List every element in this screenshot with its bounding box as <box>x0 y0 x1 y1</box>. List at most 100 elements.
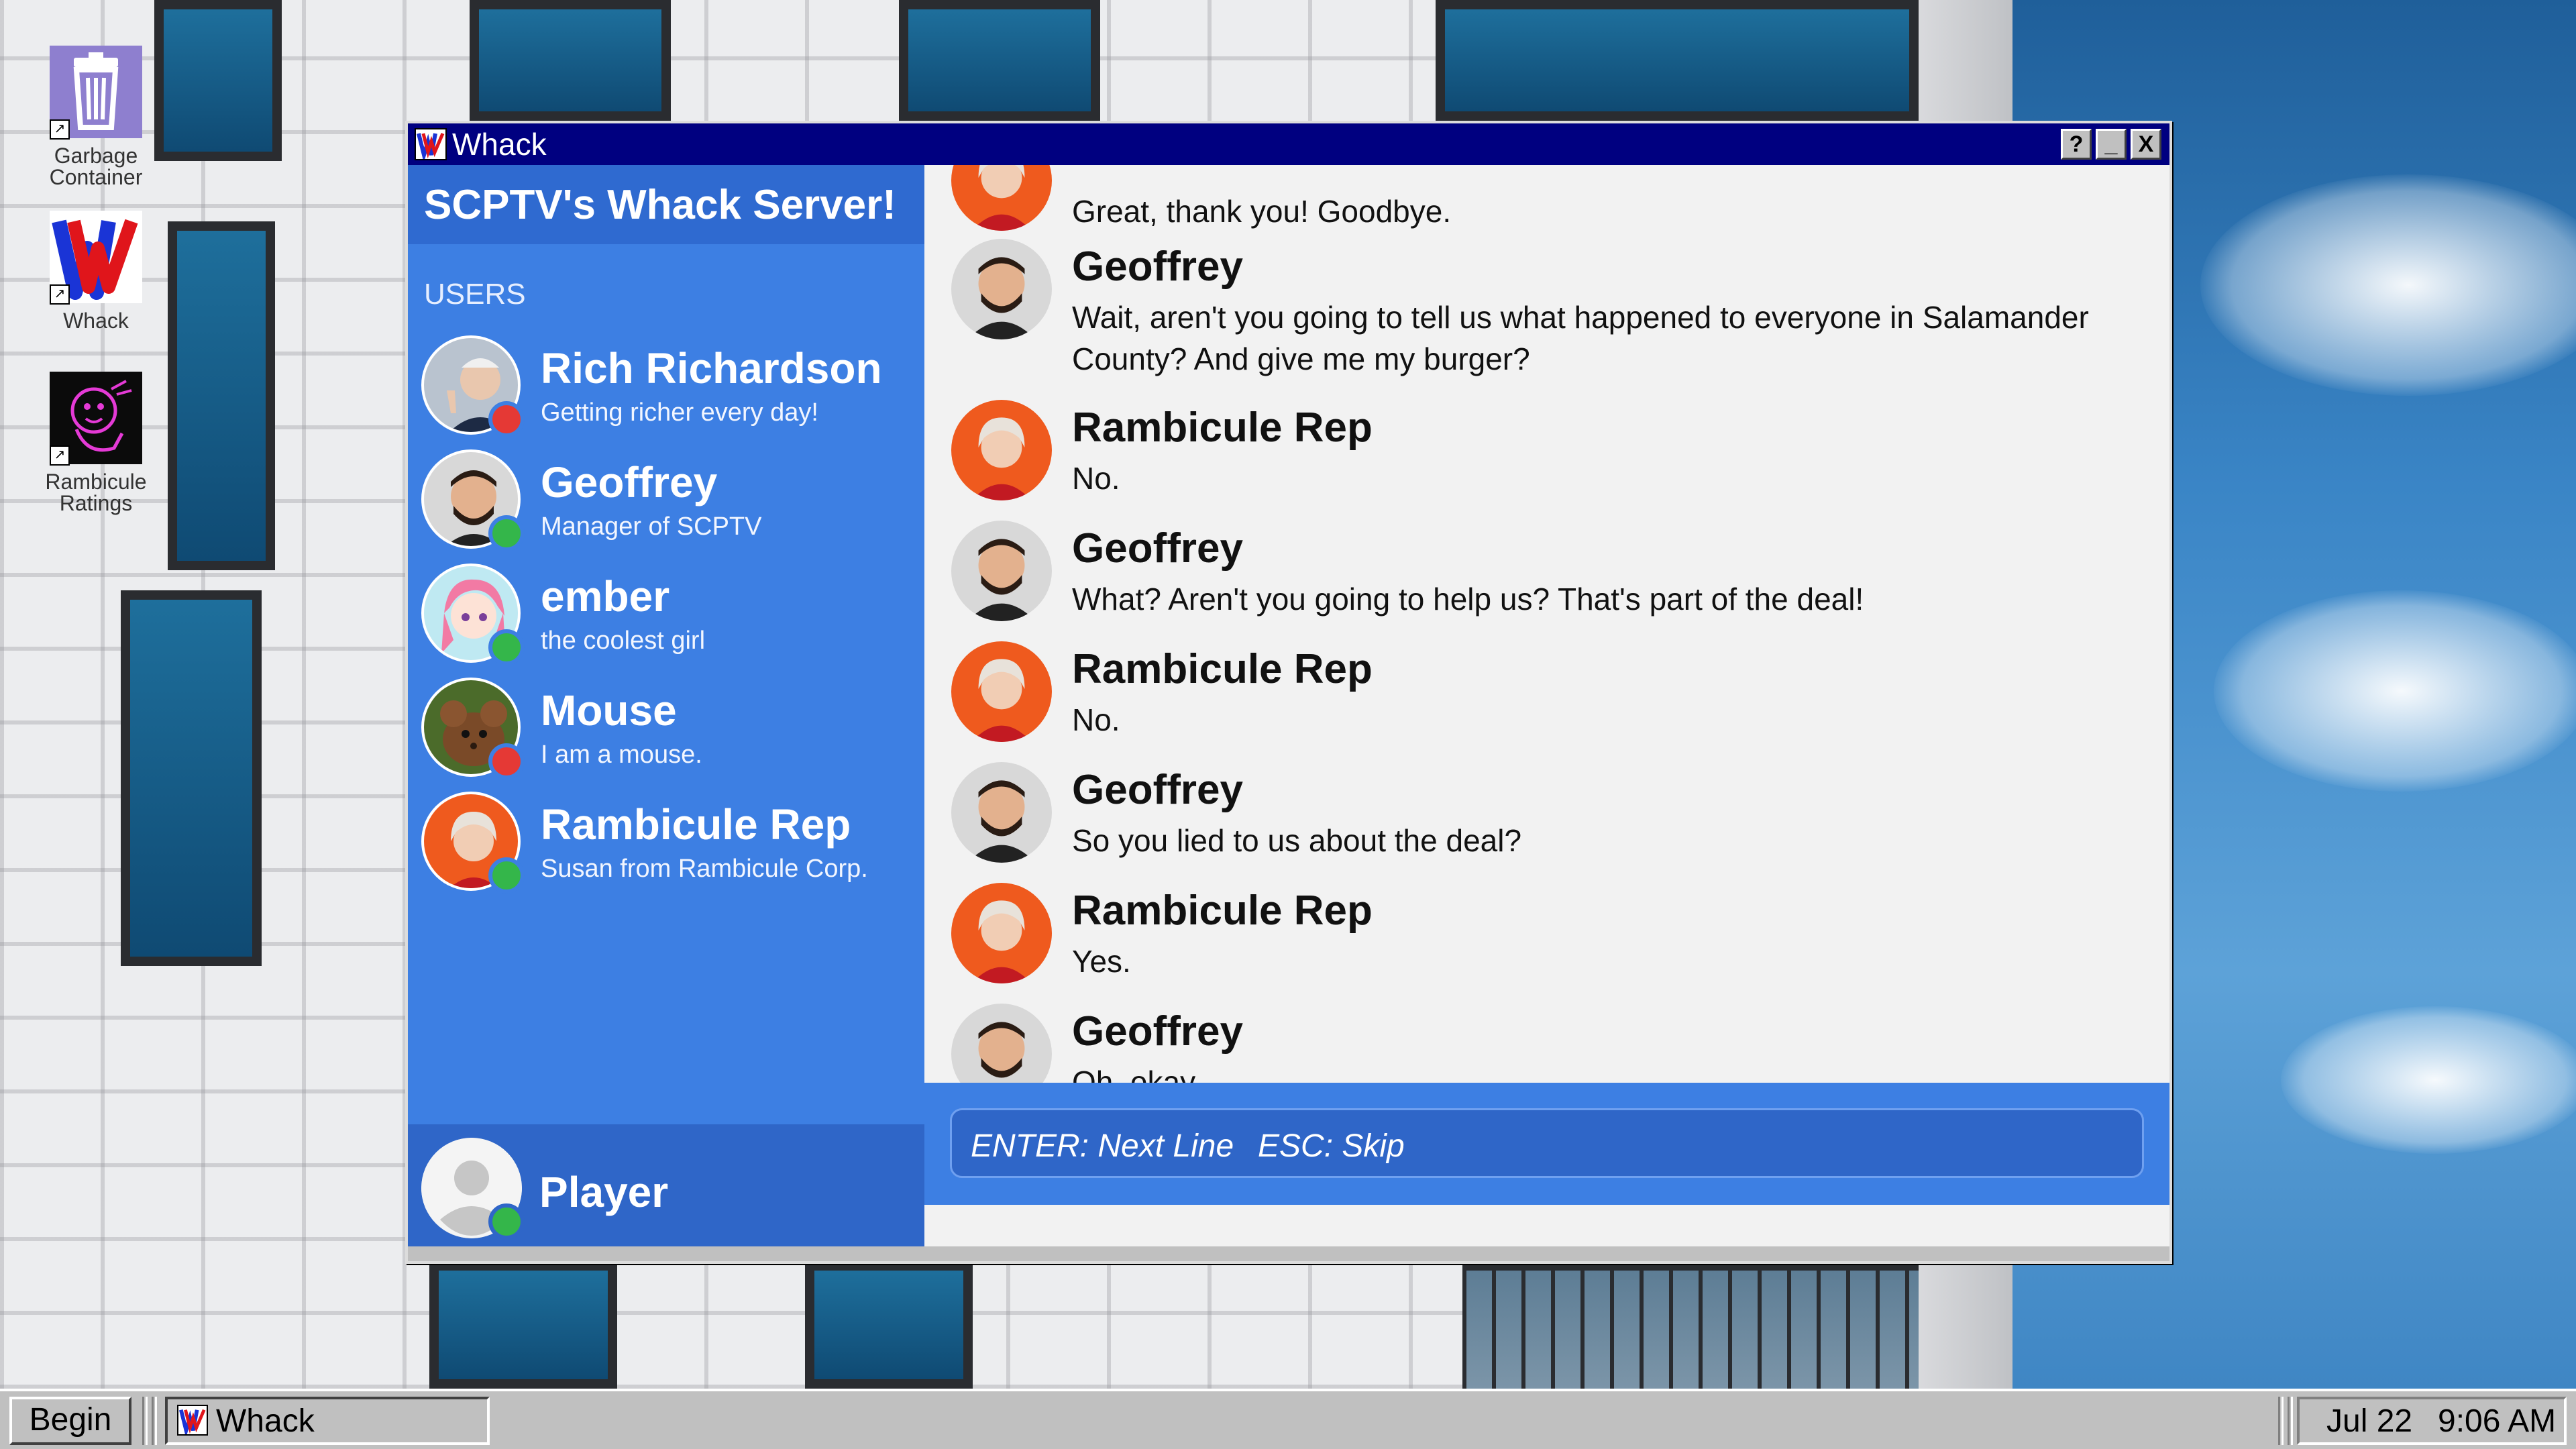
user-item-ember[interactable]: ember the coolest girl <box>421 564 918 671</box>
user-item-rambicule-rep[interactable]: Rambicule Rep Susan from Rambicule Corp. <box>421 792 918 899</box>
status-offline-indicator <box>488 743 525 780</box>
message-author: Geoffrey <box>1072 244 1243 290</box>
building-window <box>470 0 671 121</box>
chat-message: Geoffrey What? Aren't you going to help … <box>951 521 2152 635</box>
chat-message: Rambicule Rep No. <box>951 400 2152 514</box>
message-text: What? Aren't you going to help us? That'… <box>1072 582 1864 616</box>
building-window <box>805 1261 973 1389</box>
title-bar[interactable]: Whack ? _ X <box>408 123 2169 165</box>
author-avatar <box>951 883 1052 983</box>
building-window <box>154 0 282 161</box>
message-text: No. <box>1072 702 1120 737</box>
status-online-indicator <box>488 857 525 894</box>
clock-time: 9:06 AM <box>2438 1403 2557 1439</box>
whack-logo-icon: ↗ <box>47 208 145 306</box>
status-online-indicator <box>488 629 525 665</box>
desktop-icon-label: Garbage Container <box>49 144 143 189</box>
desktop-icon-label: Rambicule Ratings <box>45 470 147 515</box>
minimize-button[interactable]: _ <box>2096 129 2127 160</box>
author-avatar <box>951 521 1052 621</box>
chat-message: Rambicule Rep Yes. <box>951 883 2152 997</box>
status-online-indicator <box>488 515 525 551</box>
chat-message: Geoffrey Wait, aren't you going to tell … <box>951 239 2152 393</box>
begin-button[interactable]: Begin <box>9 1397 131 1445</box>
chat-message: Great, thank you! Goodbye. <box>951 165 2152 231</box>
taskbar-item-whack[interactable]: Whack <box>165 1397 490 1445</box>
user-name: ember <box>541 572 670 621</box>
rambicule-ratings-icon: ↗ <box>47 369 145 467</box>
balcony <box>1462 1261 1972 1389</box>
player-panel: Player <box>408 1124 924 1246</box>
message-author: Geoffrey <box>1072 1008 1243 1055</box>
shortcut-arrow-icon: ↗ <box>50 284 70 305</box>
user-status-text: Susan from Rambicule Corp. <box>541 855 868 883</box>
chat-message: Geoffrey So you lied to us about the dea… <box>951 762 2152 876</box>
user-status-text: the coolest girl <box>541 627 706 655</box>
user-item-geoffrey[interactable]: Geoffrey Manager of SCPTV <box>421 449 918 557</box>
users-section-label: USERS <box>424 278 526 311</box>
close-button[interactable]: X <box>2131 129 2161 160</box>
enter-hint: ENTER: Next Line <box>971 1128 1234 1164</box>
taskbar-separator <box>2278 1397 2284 1445</box>
message-author: Rambicule Rep <box>1072 405 1373 451</box>
esc-hint: ESC: Skip <box>1258 1128 1405 1164</box>
user-name: Rambicule Rep <box>541 800 851 849</box>
trash-can-icon: ↗ <box>47 43 145 141</box>
dialogue-input-box[interactable]: ENTER: Next Line ESC: Skip <box>950 1108 2144 1178</box>
whack-logo-icon <box>415 128 447 163</box>
desktop-icon-whack[interactable]: ↗ Whack <box>39 208 153 331</box>
building-window <box>429 1261 617 1389</box>
shortcut-arrow-icon: ↗ <box>50 119 70 140</box>
author-avatar <box>951 239 1052 339</box>
status-online-indicator <box>488 1203 525 1240</box>
desktop-icon-rambicule-ratings[interactable]: ↗ Rambicule Ratings <box>39 369 153 514</box>
author-avatar <box>951 762 1052 863</box>
desktop-icon-label: Whack <box>63 309 129 333</box>
user-status-text: I am a mouse. <box>541 741 702 769</box>
message-text: Wait, aren't you going to tell us what h… <box>1072 300 2089 376</box>
message-text: Yes. <box>1072 944 1131 979</box>
message-author: Rambicule Rep <box>1072 888 1373 934</box>
server-title: SCPTV's Whack Server! <box>424 182 896 228</box>
whack-window[interactable]: Whack ? _ X SCPTV's Whack Server! USERS … <box>405 121 2172 1264</box>
taskbar-item-label: Whack <box>216 1403 315 1439</box>
user-item-mouse[interactable]: Mouse I am a mouse. <box>421 678 918 785</box>
building-window <box>899 0 1100 121</box>
user-status-text: Manager of SCPTV <box>541 513 762 541</box>
taskbar-separator <box>152 1397 157 1445</box>
user-status-text: Getting richer every day! <box>541 398 818 427</box>
author-avatar <box>951 400 1052 500</box>
chat-message: Rambicule Rep No. <box>951 641 2152 755</box>
user-name: Rich Richardson <box>541 344 882 392</box>
system-clock[interactable]: Jul 22 9:06 AM <box>2297 1397 2567 1445</box>
server-header: SCPTV's Whack Server! <box>408 165 924 244</box>
taskbar: Begin Whack Jul 22 9:06 AM <box>0 1389 2576 1449</box>
building-window <box>121 590 262 966</box>
help-button[interactable]: ? <box>2061 129 2092 160</box>
author-avatar <box>951 165 1052 231</box>
message-text: Great, thank you! Goodbye. <box>1072 194 1452 229</box>
user-name: Geoffrey <box>541 458 718 506</box>
message-author: Geoffrey <box>1072 767 1243 813</box>
message-author: Rambicule Rep <box>1072 646 1373 692</box>
user-item-rich-richardson[interactable]: Rich Richardson Getting richer every day… <box>421 335 918 443</box>
taskbar-separator <box>2288 1397 2293 1445</box>
message-author: Geoffrey <box>1072 525 1243 572</box>
input-bar: ENTER: Next Line ESC: Skip <box>924 1083 2169 1205</box>
cloud <box>2281 1006 2576 1154</box>
taskbar-separator <box>142 1397 148 1445</box>
sidebar: SCPTV's Whack Server! USERS Rich Richard… <box>408 165 924 1246</box>
building-window <box>1436 0 1919 121</box>
message-text: So you lied to us about the deal? <box>1072 823 1522 858</box>
message-text: No. <box>1072 461 1120 496</box>
whack-logo-icon <box>177 1405 208 1438</box>
clock-date: Jul 22 <box>2326 1403 2413 1439</box>
cloud <box>2214 590 2576 792</box>
window-title: Whack <box>452 127 547 162</box>
cloud <box>2200 174 2576 396</box>
desktop-icon-garbage-container[interactable]: ↗ Garbage Container <box>39 43 153 188</box>
player-name: Player <box>539 1168 669 1216</box>
user-name: Mouse <box>541 686 677 735</box>
status-offline-indicator <box>488 401 525 437</box>
building-window <box>168 221 275 570</box>
